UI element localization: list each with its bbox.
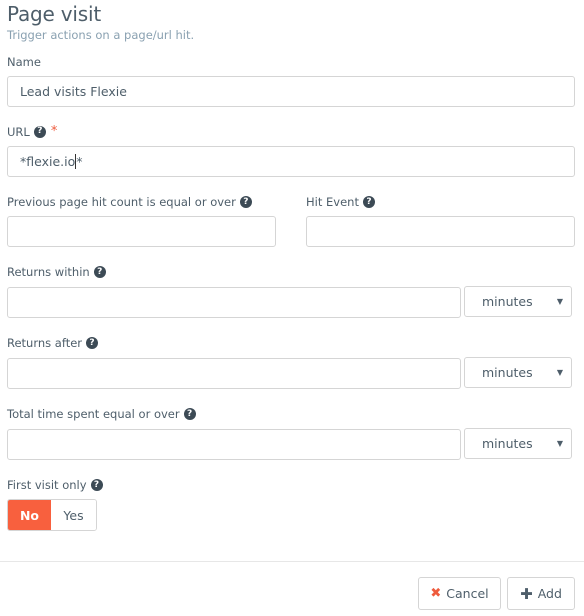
returns-within-label: Returns within ? (7, 265, 106, 279)
caret-down-icon: ▼ (556, 297, 563, 306)
page-subtitle: Trigger actions on a page/url hit. (7, 28, 195, 42)
name-input[interactable]: Lead visits Flexie (7, 76, 575, 107)
returns-after-label: Returns after ? (7, 336, 99, 350)
prev-hit-count-label: Previous page hit count is equal or over… (7, 195, 252, 209)
hit-event-label-text: Hit Event (306, 195, 359, 209)
footer-divider (0, 561, 584, 562)
name-input-value: Lead visits Flexie (20, 84, 127, 99)
returns-within-input[interactable] (7, 287, 461, 318)
help-icon[interactable]: ? (93, 266, 106, 278)
caret-down-icon: ▼ (556, 368, 563, 377)
help-icon[interactable]: ? (362, 196, 375, 208)
help-icon[interactable]: ? (239, 196, 252, 208)
total-time-label-text: Total time spent equal or over (7, 407, 180, 421)
returns-after-unit-value: minutes (482, 365, 533, 380)
returns-after-unit-select[interactable]: minutes ▼ (464, 357, 572, 388)
total-time-input[interactable] (7, 429, 461, 460)
page-title: Page visit (7, 2, 101, 26)
caret-down-icon: ▼ (556, 439, 563, 448)
returns-within-unit-select[interactable]: minutes ▼ (464, 286, 572, 317)
first-visit-label: First visit only ? (7, 478, 103, 492)
first-visit-no-option[interactable]: No (8, 500, 51, 530)
close-icon: ✖ (430, 586, 442, 601)
url-label: URL ? * (7, 124, 57, 139)
returns-after-label-text: Returns after (7, 336, 83, 350)
help-icon[interactable]: ? (33, 125, 46, 138)
help-icon[interactable]: ? (90, 479, 103, 491)
returns-within-label-text: Returns within (7, 265, 90, 279)
add-button[interactable]: ✚ Add (507, 577, 575, 610)
first-visit-yes-option[interactable]: Yes (51, 500, 96, 530)
required-asterisk: * (50, 124, 58, 139)
first-visit-label-text: First visit only (7, 478, 87, 492)
prev-hit-count-label-text: Previous page hit count is equal or over (7, 195, 236, 209)
plus-icon: ✚ (520, 584, 533, 603)
help-icon[interactable]: ? (183, 408, 196, 420)
url-input-value-before: *flexie.io (20, 154, 76, 169)
add-button-label: Add (537, 586, 562, 601)
prev-hit-count-input[interactable] (7, 216, 276, 247)
url-input-value-after: * (76, 154, 83, 169)
url-input[interactable]: *flexie.io * (7, 146, 575, 177)
total-time-unit-value: minutes (482, 436, 533, 451)
hit-event-input[interactable] (306, 216, 575, 247)
total-time-label: Total time spent equal or over ? (7, 407, 196, 421)
cancel-button-label: Cancel (446, 586, 489, 601)
help-icon[interactable]: ? (86, 337, 99, 349)
name-label-text: Name (7, 55, 41, 69)
returns-within-unit-value: minutes (482, 294, 533, 309)
cancel-button[interactable]: ✖ Cancel (418, 577, 501, 610)
total-time-unit-select[interactable]: minutes ▼ (464, 428, 572, 459)
first-visit-toggle: No Yes (7, 499, 97, 531)
url-label-text: URL (7, 124, 30, 139)
returns-after-input[interactable] (7, 358, 461, 389)
name-label: Name (7, 55, 41, 69)
hit-event-label: Hit Event ? (306, 195, 375, 209)
